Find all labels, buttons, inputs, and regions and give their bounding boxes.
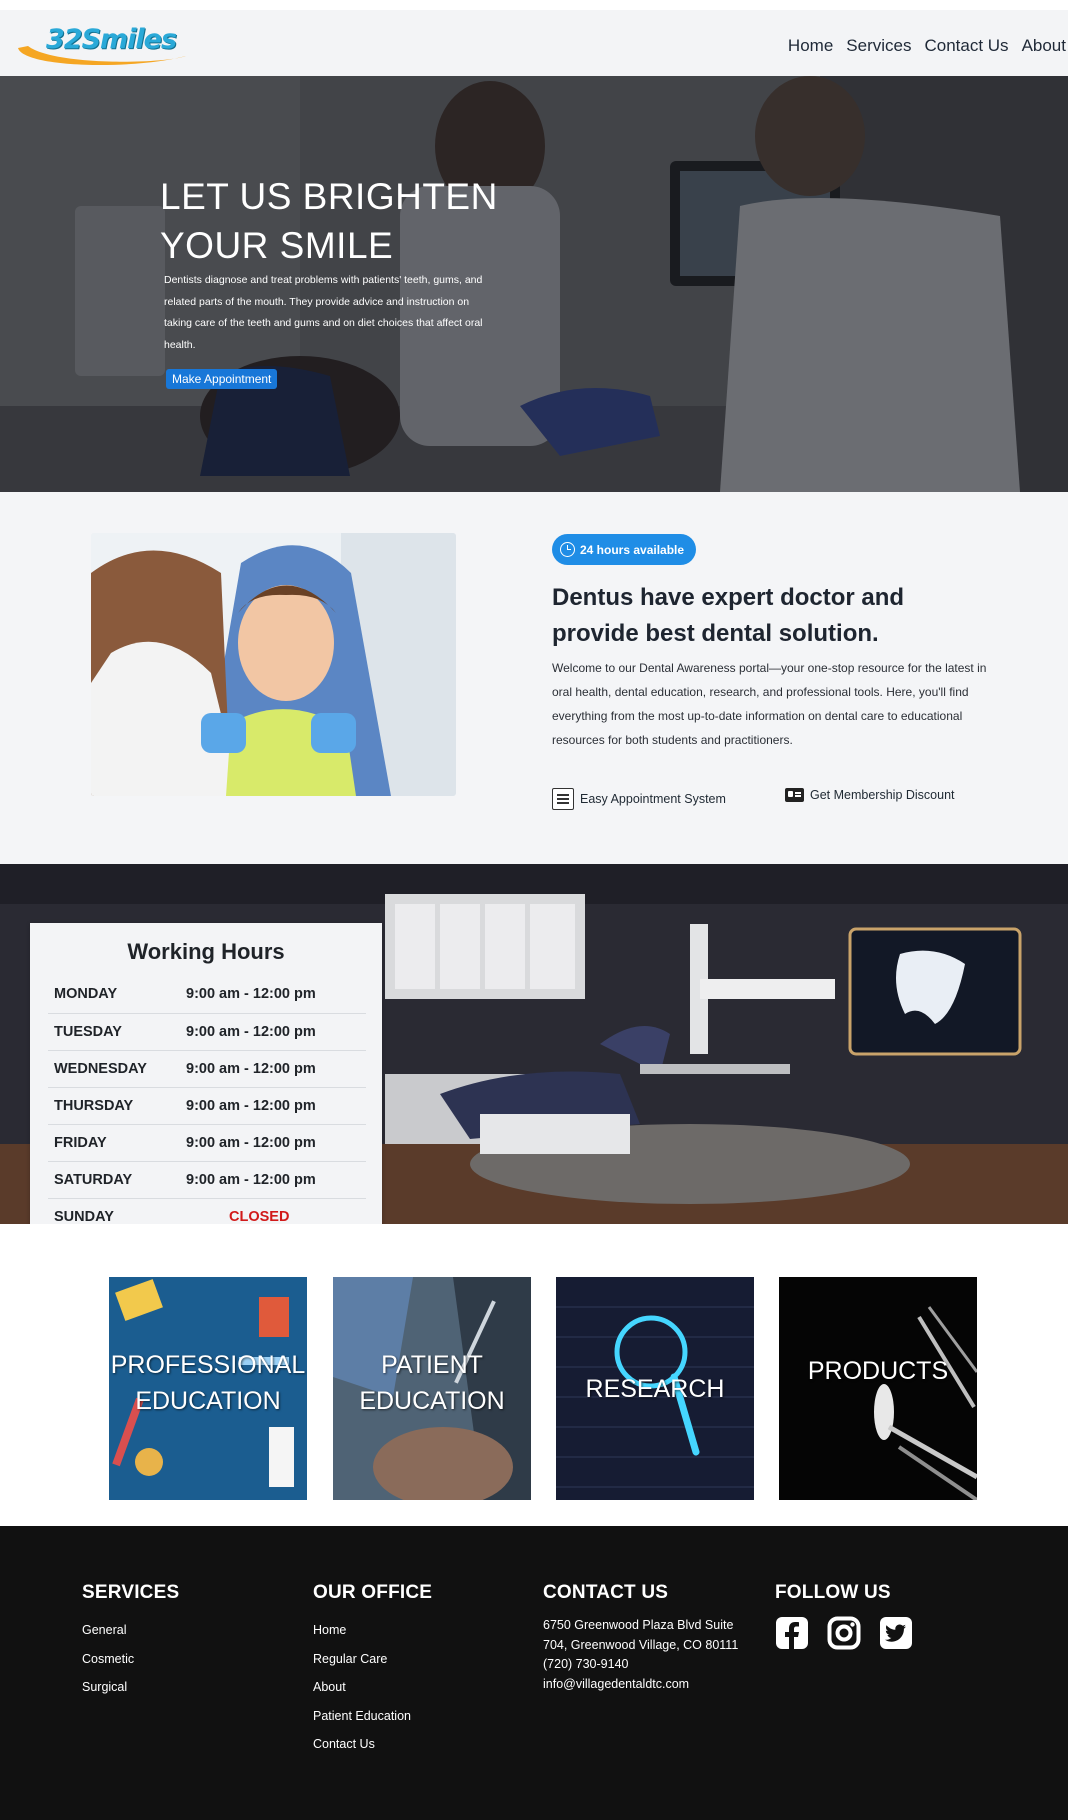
- about-section: 24 hours available Dentus have expert do…: [0, 492, 1068, 864]
- card-products[interactable]: PRODUCTS: [779, 1277, 977, 1500]
- footer-link-regular-care[interactable]: Regular Care: [313, 1645, 432, 1674]
- hours-time: 9:00 am - 12:00 pm: [186, 1087, 366, 1125]
- working-hours-title: Working Hours: [127, 939, 285, 964]
- feature-membership: Get Membership Discount: [785, 788, 955, 802]
- hours-day: FRIDAY: [48, 1124, 186, 1162]
- footer-link-surgical[interactable]: Surgical: [82, 1673, 179, 1702]
- table-row: TUESDAY 9:00 am - 12:00 pm: [48, 1013, 366, 1051]
- card-label-line1: RESEARCH: [585, 1375, 725, 1403]
- hours-day: TUESDAY: [48, 1013, 186, 1051]
- card-research[interactable]: RESEARCH: [556, 1277, 754, 1500]
- hours-time: 9:00 am - 12:00 pm: [186, 1161, 366, 1199]
- footer-office-column: OUR OFFICE Home Regular Care About Patie…: [313, 1582, 432, 1759]
- make-appointment-button[interactable]: Make Appointment: [166, 369, 278, 389]
- feature-membership-label: Get Membership Discount: [810, 788, 955, 802]
- main-nav: Home Services Contact Us About: [788, 36, 1066, 56]
- about-heading: Dentus have expert doctor and provide be…: [552, 584, 905, 647]
- social-icons: [775, 1616, 913, 1650]
- hours-day: WEDNESDAY: [48, 1050, 186, 1088]
- hours-time: 9:00 am - 12:00 pm: [186, 1050, 366, 1088]
- footer-email[interactable]: info@villagedentaldtc.com: [543, 1675, 753, 1695]
- footer-follow-heading: FOLLOW US: [775, 1582, 891, 1603]
- table-row: MONDAY 9:00 am - 12:00 pm: [48, 976, 366, 1014]
- site-footer: SERVICES General Cosmetic Surgical OUR O…: [0, 1526, 1068, 1820]
- logo-text: 32Smiles: [46, 24, 177, 55]
- card-patient-education[interactable]: PATIENT EDUCATION: [333, 1277, 531, 1500]
- site-header: 32Smiles Home Services Contact Us About: [0, 10, 1068, 76]
- footer-link-cosmetic[interactable]: Cosmetic: [82, 1645, 179, 1674]
- table-row: SATURDAY 9:00 am - 12:00 pm: [48, 1161, 366, 1199]
- card-label-line1: PATIENT: [381, 1351, 483, 1379]
- table-row: FRIDAY 9:00 am - 12:00 pm: [48, 1124, 366, 1162]
- card-label-line1: PROFESSIONAL: [110, 1351, 306, 1379]
- nav-about[interactable]: About: [1022, 36, 1066, 56]
- hours-time: 9:00 am - 12:00 pm: [186, 976, 366, 1014]
- feature-appointment: Easy Appointment System: [552, 788, 726, 810]
- dentist-child-photo: [91, 533, 456, 796]
- footer-address-line1: 6750 Greenwood Plaza Blvd Suite: [543, 1618, 734, 1632]
- nav-contact-us[interactable]: Contact Us: [924, 36, 1008, 56]
- about-text: Welcome to our Dental Awareness portal—y…: [552, 661, 987, 747]
- twitter-icon[interactable]: [879, 1616, 913, 1650]
- card-professional-education[interactable]: PROFESSIONAL EDUCATION: [109, 1277, 307, 1500]
- hero-description: Dentists diagnose and treat problems wit…: [164, 274, 483, 351]
- hero-overlay: [0, 76, 1068, 492]
- top-strip: [0, 0, 1068, 10]
- footer-link-about[interactable]: About: [313, 1673, 432, 1702]
- footer-office-heading: OUR OFFICE: [313, 1582, 433, 1603]
- footer-address-line2: 704, Greenwood Village, CO 80111: [543, 1637, 739, 1652]
- availability-badge-label: 24 hours available: [580, 542, 685, 557]
- footer-link-contact-us[interactable]: Contact Us: [313, 1730, 432, 1759]
- instagram-icon[interactable]: [827, 1616, 861, 1650]
- site-logo[interactable]: 32Smiles: [12, 16, 192, 74]
- facebook-icon[interactable]: [775, 1616, 809, 1650]
- hours-time: 9:00 am - 12:00 pm: [186, 1124, 366, 1162]
- card-label-line1: PRODUCTS: [807, 1357, 949, 1385]
- card-professional-education-label: PROFESSIONAL EDUCATION: [109, 1347, 307, 1419]
- footer-services-heading: SERVICES: [82, 1582, 180, 1603]
- card-research-label: RESEARCH: [556, 1371, 754, 1407]
- card-label-line2: EDUCATION: [135, 1387, 281, 1415]
- table-row: WEDNESDAY 9:00 am - 12:00 pm: [48, 1050, 366, 1088]
- footer-contact-column: CONTACT US 6750 Greenwood Plaza Blvd Sui…: [543, 1582, 753, 1694]
- working-hours-card: Working Hours MONDAY 9:00 am - 12:00 pm …: [30, 923, 382, 1253]
- hours-day: SATURDAY: [48, 1161, 186, 1199]
- nav-services[interactable]: Services: [846, 36, 911, 56]
- hours-time: 9:00 am - 12:00 pm: [186, 1013, 366, 1051]
- footer-link-patient-education[interactable]: Patient Education: [313, 1702, 432, 1731]
- clock-icon: [560, 542, 575, 557]
- card-products-label: PRODUCTS: [779, 1353, 977, 1389]
- page: 32Smiles Home Services Contact Us About: [0, 0, 1068, 1820]
- footer-link-home[interactable]: Home: [313, 1616, 432, 1645]
- footer-contact-heading: CONTACT US: [543, 1582, 669, 1603]
- card-patient-education-label: PATIENT EDUCATION: [333, 1347, 531, 1419]
- id-card-icon: [785, 788, 804, 802]
- availability-badge: 24 hours available: [552, 534, 697, 565]
- hours-day: MONDAY: [48, 976, 186, 1014]
- footer-link-general[interactable]: General: [82, 1616, 179, 1645]
- table-row: THURSDAY 9:00 am - 12:00 pm: [48, 1087, 366, 1125]
- hero-title: LET US BRIGHTEN YOUR SMILE: [160, 172, 520, 270]
- category-cards-section: PROFESSIONAL EDUCATION PATIENT EDUCATION: [0, 1224, 1068, 1526]
- feature-appointment-label: Easy Appointment System: [580, 792, 726, 806]
- footer-follow-column: FOLLOW US: [775, 1582, 913, 1650]
- card-label-line2: EDUCATION: [359, 1387, 505, 1415]
- hero-title-line1: LET US BRIGHTEN: [160, 176, 498, 217]
- hours-day: THURSDAY: [48, 1087, 186, 1125]
- hero-section: LET US BRIGHTEN YOUR SMILE Dentists diag…: [0, 76, 1068, 492]
- footer-services-column: SERVICES General Cosmetic Surgical: [82, 1582, 179, 1702]
- working-hours-table: MONDAY 9:00 am - 12:00 pm TUESDAY 9:00 a…: [48, 976, 366, 1236]
- footer-phone[interactable]: (720) 730-9140: [543, 1655, 753, 1675]
- nav-home[interactable]: Home: [788, 36, 833, 56]
- dentist-child-image: [91, 533, 456, 796]
- hero-title-line2: YOUR SMILE: [160, 225, 394, 266]
- document-icon: [552, 788, 574, 810]
